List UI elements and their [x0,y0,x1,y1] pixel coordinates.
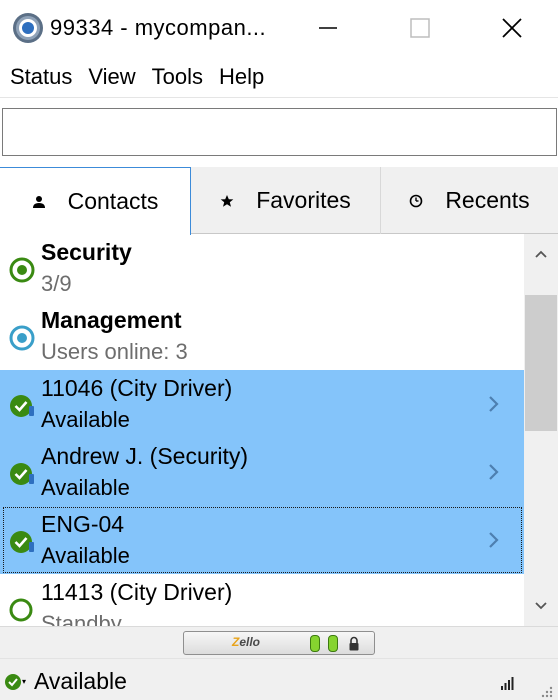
available-check-icon[interactable] [4,673,22,691]
contact-name: Security [41,239,132,265]
chevron-up-icon [535,250,547,258]
search-input[interactable] [2,108,557,156]
contact-subtitle: Standby [41,611,122,626]
menu-view[interactable]: View [88,64,135,90]
caret-down-icon[interactable]: ▾ [22,677,26,686]
contact-name: Andrew J. (Security) [41,443,249,469]
chevron-right-icon[interactable] [486,394,502,414]
ptt-button[interactable]: Zello [183,631,375,655]
zello-app-icon [13,13,43,43]
contact-row[interactable]: 11046 (City Driver) Available [0,370,524,438]
clock-icon [409,194,423,208]
contact-row[interactable]: ENG-04 Available [0,506,524,574]
contact-name: 11413 (City Driver) [41,579,233,605]
zello-logo: Zello [232,635,261,649]
tab-recents-label: Recents [445,187,530,213]
channel-online-icon [9,257,35,283]
maximize-icon [410,18,430,38]
tab-recents[interactable]: Recents [381,167,558,234]
contact-subtitle: Available [41,475,130,500]
resize-grip-icon[interactable] [538,683,554,699]
status-bar: ▾ Available [0,658,558,700]
contact-subtitle: Available [41,407,130,432]
tab-contacts[interactable]: Contacts [0,167,191,235]
available-check-icon [10,531,34,553]
list-scrollbar[interactable] [524,234,558,626]
contact-row[interactable]: Andrew J. (Security) Available [0,438,524,506]
contact-subtitle: Users online: 3 [41,339,188,364]
contact-name: 11046 (City Driver) [41,375,233,401]
person-icon [32,195,46,209]
scroll-thumb[interactable] [525,295,557,431]
available-check-icon [10,463,34,485]
channel-blue-icon [9,325,35,351]
menu-bar: Status View Tools Help [0,56,558,98]
chevron-down-icon [535,602,547,610]
menu-help[interactable]: Help [219,64,264,90]
chevron-right-icon[interactable] [486,530,502,550]
minimize-button[interactable] [282,0,374,56]
signal-indicator [328,635,338,652]
contact-row[interactable]: Management Users online: 3 [0,302,524,370]
signal-strength-icon [501,677,514,690]
maximize-button[interactable] [374,0,466,56]
status-text[interactable]: Available [34,668,127,695]
ptt-bar: Zello [0,626,558,658]
tab-favorites-label: Favorites [256,187,351,213]
menu-status[interactable]: Status [10,64,72,90]
scroll-down-button[interactable] [524,586,558,626]
lock-icon[interactable] [347,636,361,652]
chevron-right-icon[interactable] [486,462,502,482]
tab-contacts-label: Contacts [67,188,159,214]
contact-subtitle: Available [41,543,130,568]
contact-subtitle: 3/9 [41,271,72,296]
contact-row[interactable]: 11413 (City Driver) Standby [0,574,524,626]
menu-tools[interactable]: Tools [152,64,203,90]
contact-name: ENG-04 [41,511,125,537]
available-check-icon [10,395,34,417]
signal-indicator [310,635,320,652]
tab-bar: Contacts Favorites Recents [0,167,558,235]
minimize-icon [319,27,337,29]
contact-row[interactable]: Security 3/9 [0,234,524,302]
scroll-up-button[interactable] [524,234,558,274]
close-button[interactable] [466,0,558,56]
contact-list: Security 3/9 Management Users online: 3 … [0,234,524,626]
tab-favorites[interactable]: Favorites [191,167,381,234]
close-icon [502,18,522,38]
contact-name: Management [41,307,182,333]
star-icon [220,194,234,208]
window-title: 99334 - mycompan... [50,15,267,40]
standby-ring-icon [9,598,33,622]
title-bar: 99334 - mycompan... [0,0,558,56]
